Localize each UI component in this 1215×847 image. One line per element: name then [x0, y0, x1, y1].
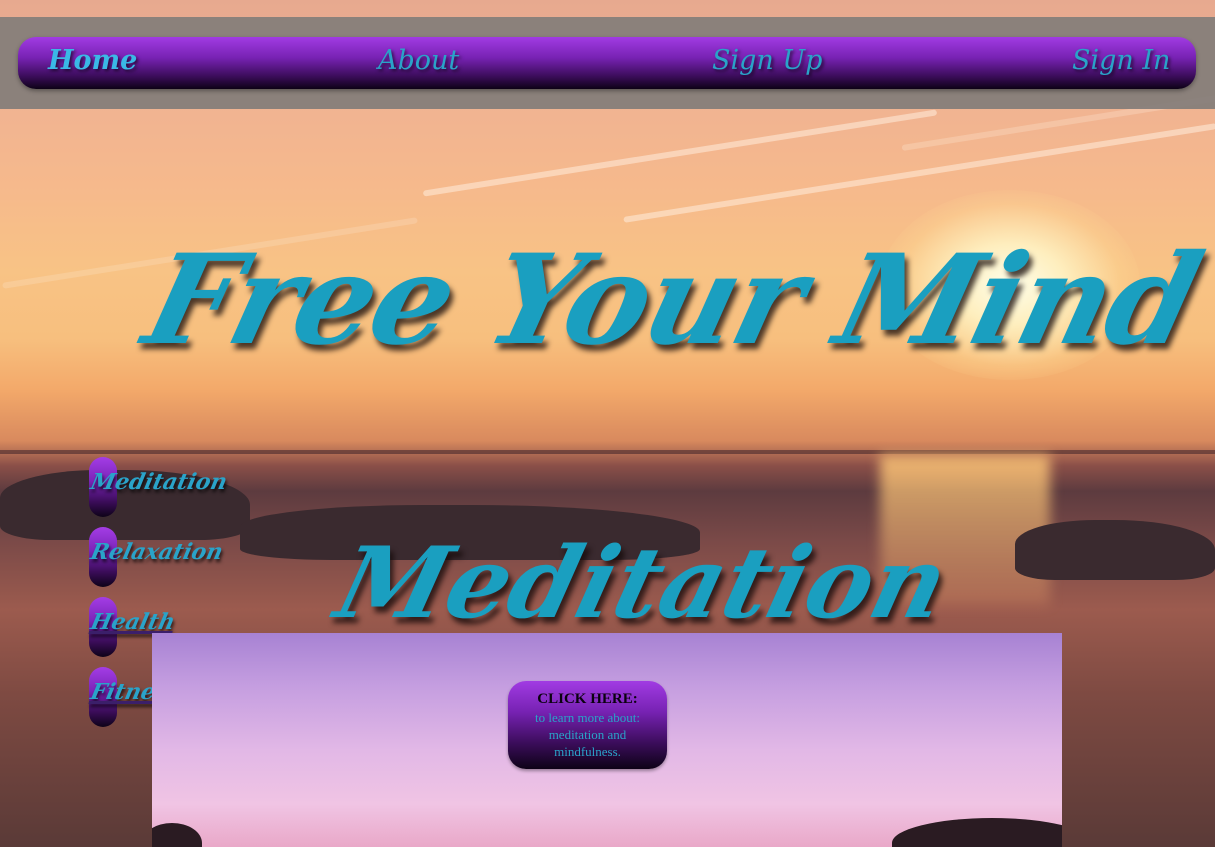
silhouette-shape: [892, 818, 1062, 847]
section-title: Meditation: [325, 526, 959, 641]
main-navbar: Home About Sign Up Sign In: [18, 37, 1196, 89]
sky-streak: [623, 123, 1215, 223]
nav-signup-link[interactable]: Sign Up: [712, 45, 822, 76]
horizon: [0, 450, 1215, 454]
sidebar-item-label[interactable]: Meditation: [88, 469, 229, 495]
nav-about-link[interactable]: About: [378, 45, 459, 76]
sidebar-item-label[interactable]: Relaxation: [88, 539, 225, 565]
cta-body-text: to learn more about: meditation and mind…: [534, 710, 641, 759]
learn-more-button[interactable]: CLICK HERE: to learn more about: meditat…: [508, 681, 667, 769]
cta-heading: CLICK HERE:: [537, 691, 638, 707]
nav-signin-link[interactable]: Sign In: [1072, 45, 1170, 76]
sidebar-item-label[interactable]: Health: [88, 609, 177, 635]
silhouette-shape: [152, 823, 202, 847]
hero-title: Free Your Mind: [131, 228, 1213, 373]
nav-home-link[interactable]: Home: [48, 45, 137, 76]
rock: [1015, 520, 1215, 580]
